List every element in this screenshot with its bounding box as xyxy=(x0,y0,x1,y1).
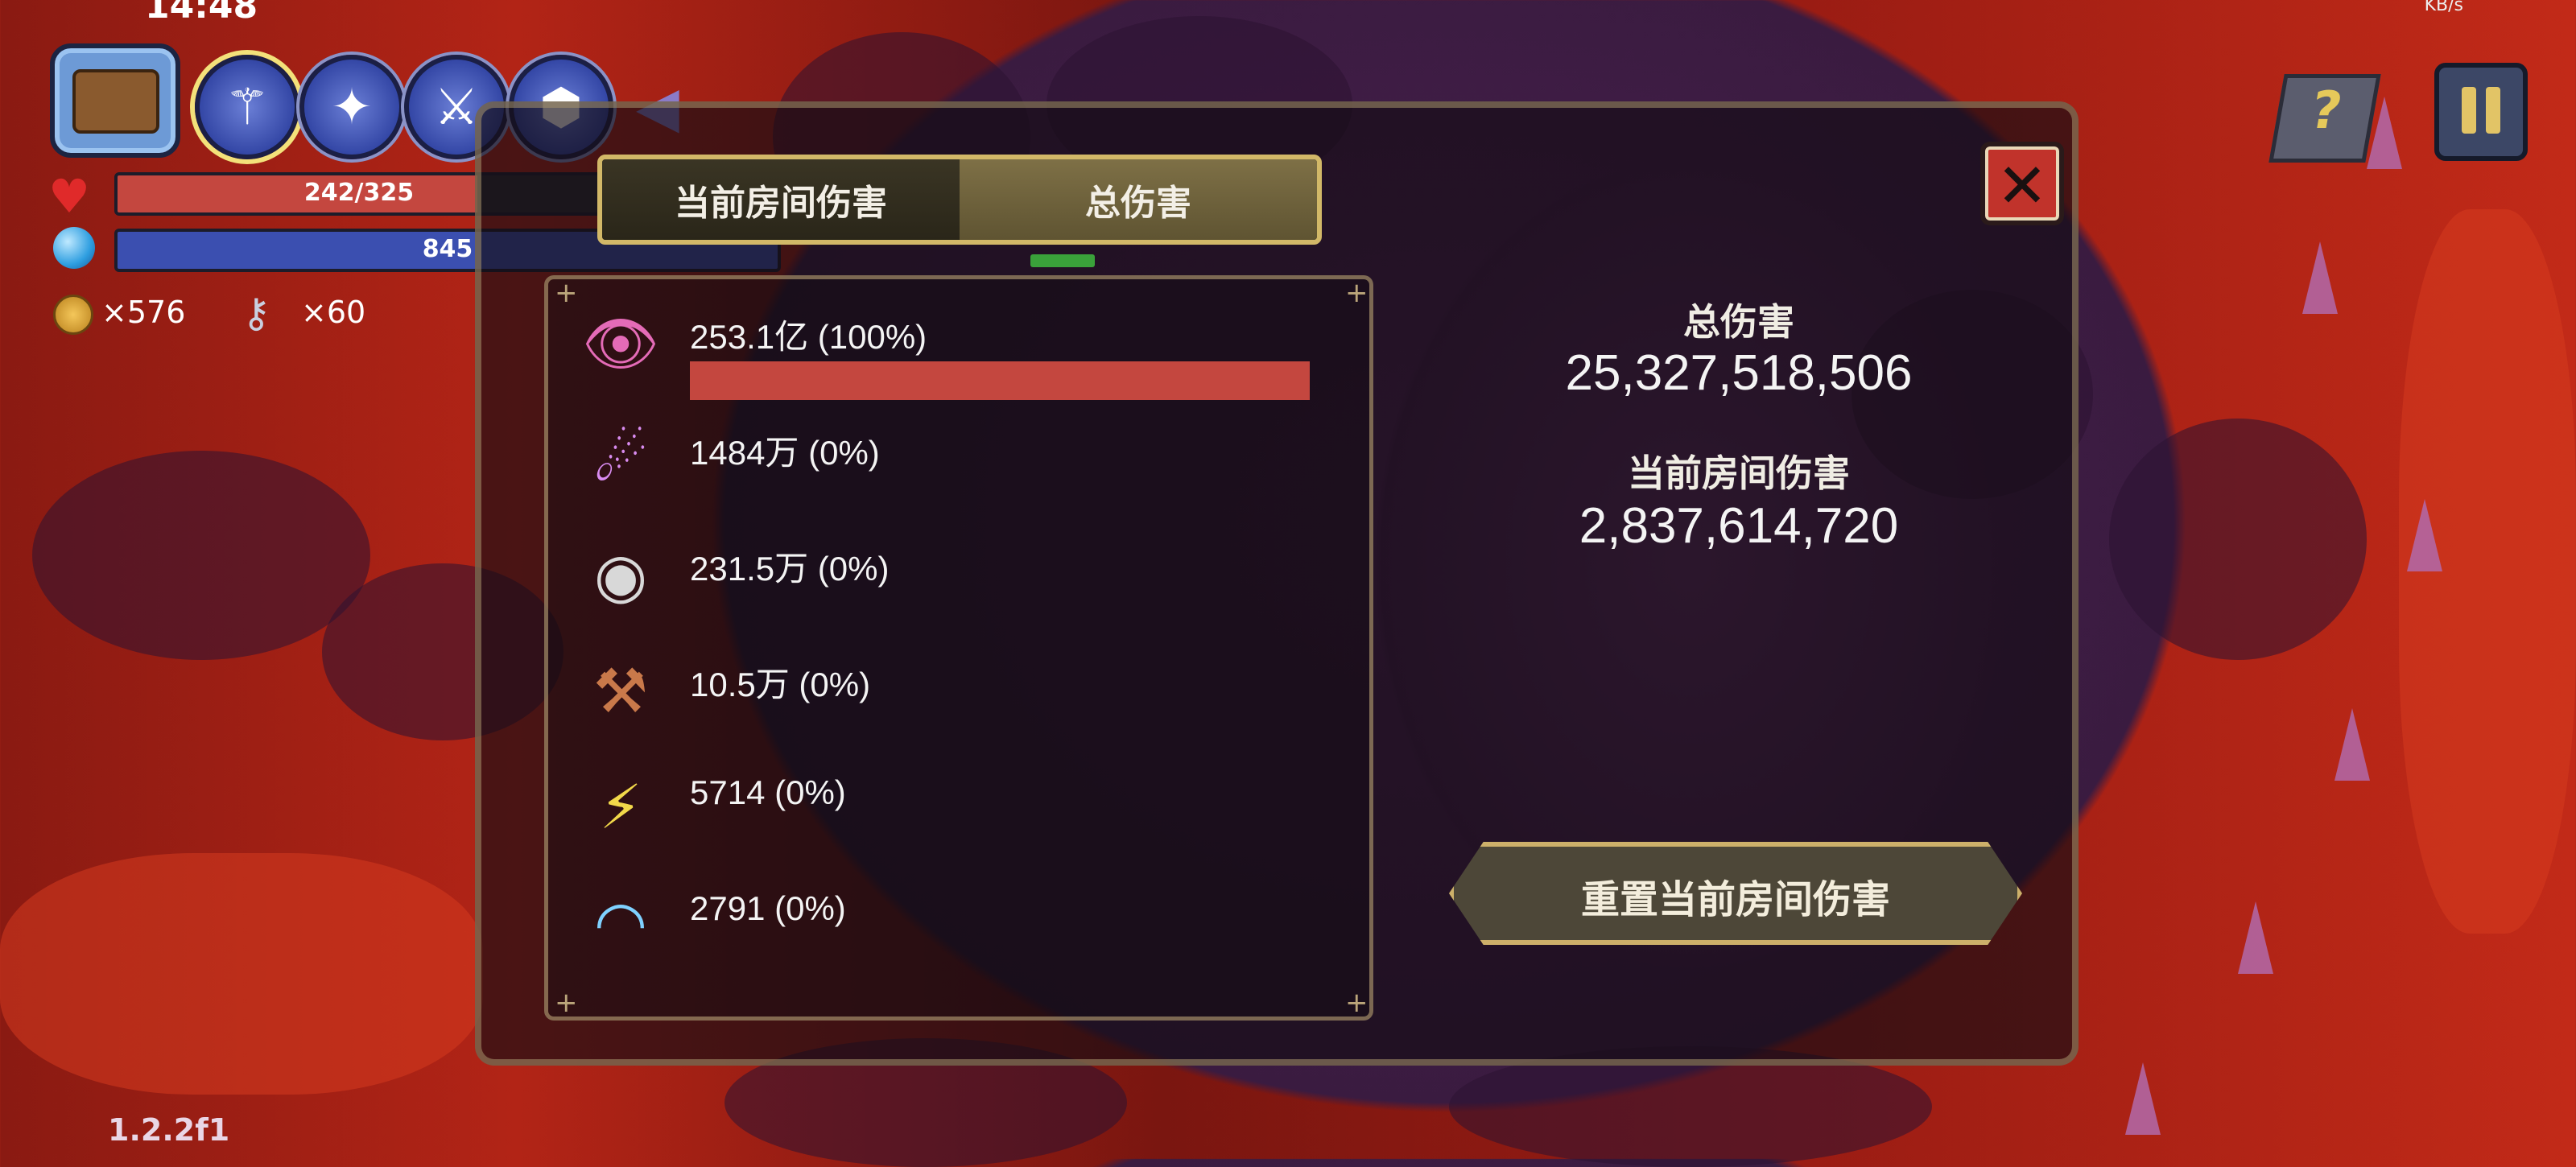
status-time: 14:48 xyxy=(145,0,258,27)
room-damage-value: 2,837,614,720 xyxy=(1579,498,1899,554)
weapon-slot-1[interactable]: ⚚ xyxy=(195,55,299,159)
coin-icon xyxy=(53,295,93,335)
inventory-bag-button[interactable] xyxy=(50,43,180,158)
tentacle-spike xyxy=(2334,708,2370,781)
key-icon: ⚷ xyxy=(242,290,271,336)
reset-room-damage-label: 重置当前房间伤害 xyxy=(1580,877,1890,922)
pause-button[interactable] xyxy=(2434,63,2528,161)
damage-row: ◉ 231.5万 (0%) xyxy=(548,511,1369,627)
tentacle-spike xyxy=(2125,1062,2161,1135)
tab-current-room-damage[interactable]: 当前房间伤害 xyxy=(602,159,960,240)
damage-row: ⚒ 10.5万 (0%) xyxy=(548,627,1369,743)
lava-pool xyxy=(2399,209,2576,934)
damage-row: ⚡ 5714 (0%) xyxy=(548,743,1369,859)
damage-value: 10.5万 (0%) xyxy=(690,666,871,703)
demon-eye-icon: 👁 xyxy=(581,307,660,379)
lava-pool xyxy=(0,853,483,1095)
panel-corner-ornament: + xyxy=(1345,987,1368,1019)
tab-indicator xyxy=(1030,254,1095,267)
comet-icon: ☄ xyxy=(592,423,649,495)
hammer-icon: ⚒ xyxy=(592,655,649,727)
damage-tabs: 当前房间伤害 总伤害 xyxy=(597,155,1322,245)
rainbow-icon: ◠ xyxy=(593,887,648,959)
tentacle-spike xyxy=(2238,901,2273,974)
damage-value: 5714 (0%) xyxy=(690,773,846,811)
tentacle-spike xyxy=(2302,241,2338,314)
cave-cell xyxy=(2109,419,2367,660)
mana-orb-icon xyxy=(53,227,95,269)
total-damage-label: 总伤害 xyxy=(1683,300,1794,344)
status-network-rate: KB/s xyxy=(2424,0,2463,15)
eyeball-icon: ◉ xyxy=(593,539,648,611)
tab-total-damage[interactable]: 总伤害 xyxy=(960,159,1317,240)
wand-icon: ✦ xyxy=(331,77,373,136)
close-button[interactable]: ✕ xyxy=(1980,142,2064,225)
damage-row: 👁 253.1亿 (100%) xyxy=(548,279,1369,400)
weapon-slot-2[interactable]: ✦ xyxy=(299,55,404,159)
damage-row: ◠ 2791 (0%) xyxy=(548,859,1369,975)
coin-count: ×576 xyxy=(101,295,186,330)
cave-cell xyxy=(32,451,370,660)
damage-value: 253.1亿 (100%) xyxy=(690,318,927,356)
damage-list-panel[interactable]: + + + + 👁 253.1亿 (100%) ☄ 1484万 (0%) ◉ 2… xyxy=(544,275,1373,1021)
panel-corner-ornament: + xyxy=(555,987,578,1019)
damage-value: 1484万 (0%) xyxy=(690,434,880,472)
room-damage-label: 当前房间伤害 xyxy=(1628,452,1850,495)
reset-room-damage-button[interactable]: 重置当前房间伤害 xyxy=(1449,842,2022,945)
help-book-button[interactable]: ? xyxy=(2268,74,2381,163)
staff-icon: ⚚ xyxy=(225,77,270,136)
total-damage-value: 25,327,518,506 xyxy=(1565,345,1913,401)
damage-share-bar xyxy=(690,361,1310,400)
heart-icon: ♥ xyxy=(48,169,90,224)
lightning-icon: ⚡ xyxy=(599,771,642,843)
help-icon: ? xyxy=(2306,81,2347,141)
damage-value: 2791 (0%) xyxy=(690,889,846,927)
damage-value: 231.5万 (0%) xyxy=(690,550,890,588)
damage-row: ☄ 1484万 (0%) xyxy=(548,395,1369,511)
version-label: 1.2.2f1 xyxy=(108,1112,230,1148)
tentacle-spike xyxy=(2407,499,2442,571)
key-count: ×60 xyxy=(301,295,366,330)
close-icon: ✕ xyxy=(1996,150,2048,221)
